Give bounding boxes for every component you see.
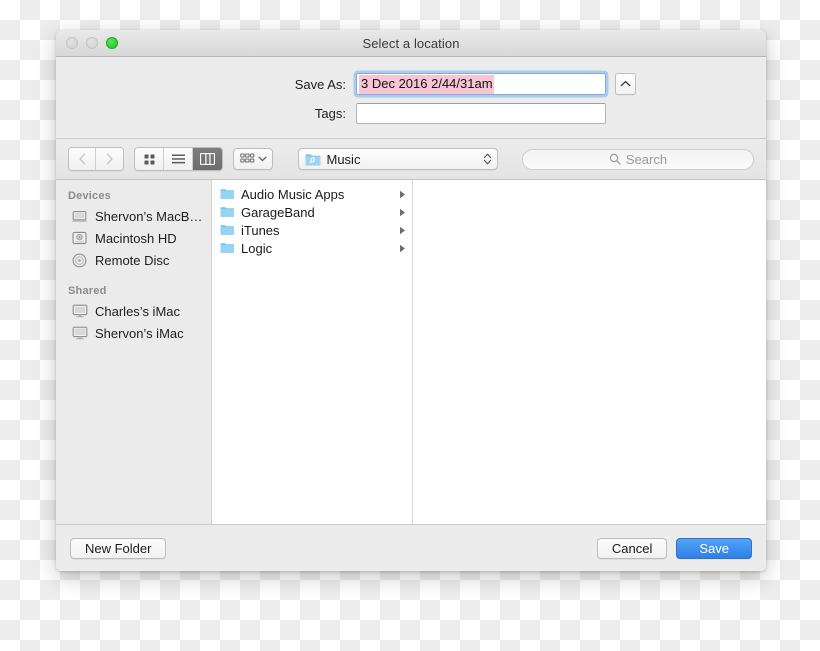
imac-icon — [71, 326, 88, 341]
tags-row: Tags: — [56, 103, 766, 124]
sidebar-item-label: Shervon’s MacB… — [95, 209, 202, 224]
cancel-button[interactable]: Cancel — [597, 538, 667, 559]
file-list-column: Audio Music Apps GarageBand — [212, 180, 413, 524]
location-label: Music — [327, 152, 477, 167]
chevron-down-icon — [258, 156, 267, 162]
list-view-button[interactable] — [164, 148, 193, 170]
sidebar-item-label: Remote Disc — [95, 253, 169, 268]
disclosure-triangle-icon[interactable] — [399, 190, 406, 199]
sidebar: Devices Shervon’s MacB… — [56, 180, 212, 524]
location-popup-button[interactable]: Music — [298, 148, 498, 170]
sidebar-group-shared: Shared Charles’s iMac — [56, 285, 211, 344]
sidebar-header-shared: Shared — [56, 285, 211, 300]
save-as-input[interactable]: 3 Dec 2016 2/44/31am — [356, 73, 606, 95]
search-placeholder: Search — [626, 152, 667, 167]
list-item[interactable]: Logic — [212, 239, 412, 257]
sidebar-item-macbook[interactable]: Shervon’s MacB… — [56, 205, 211, 227]
window-titlebar: Select a location — [56, 30, 766, 57]
arrange-grid-icon — [240, 153, 255, 165]
chevron-right-icon — [105, 153, 114, 165]
sidebar-item-label: Macintosh HD — [95, 231, 177, 246]
list-item[interactable]: iTunes — [212, 221, 412, 239]
folder-icon — [220, 224, 235, 236]
imac-icon — [71, 304, 88, 319]
grid-icon — [143, 153, 156, 166]
save-dialog-window: Select a location Save As: 3 Dec 2016 2/… — [56, 30, 766, 571]
icon-view-button[interactable] — [135, 148, 164, 170]
sidebar-item-macintosh-hd[interactable]: Macintosh HD — [56, 227, 211, 249]
search-icon — [609, 153, 621, 165]
back-button[interactable] — [69, 148, 96, 170]
close-button[interactable] — [66, 37, 78, 49]
disclosure-triangle-icon[interactable] — [399, 208, 406, 217]
list-item[interactable]: GarageBand — [212, 203, 412, 221]
columns-icon — [200, 153, 215, 165]
list-icon — [171, 153, 186, 165]
harddisk-icon — [71, 231, 88, 246]
tags-input[interactable] — [356, 103, 606, 124]
list-item-label: iTunes — [241, 223, 393, 238]
new-folder-button[interactable]: New Folder — [70, 538, 166, 559]
chevron-up-icon — [620, 80, 631, 88]
forward-button[interactable] — [96, 148, 123, 170]
search-input[interactable]: Search — [522, 149, 754, 170]
list-item-label: Logic — [241, 241, 393, 256]
save-form-area: Save As: 3 Dec 2016 2/44/31am Tags: — [56, 57, 766, 139]
music-folder-icon — [305, 153, 321, 166]
list-item[interactable]: Audio Music Apps — [212, 185, 412, 203]
column-view-button[interactable] — [193, 148, 222, 170]
optical-disc-icon — [71, 253, 88, 268]
traffic-light-buttons — [66, 30, 118, 56]
list-item-label: Audio Music Apps — [241, 187, 393, 202]
expand-dialog-button[interactable] — [615, 73, 636, 95]
folder-icon — [220, 188, 235, 200]
zoom-button[interactable] — [106, 37, 118, 49]
file-browser: Devices Shervon’s MacB… — [56, 180, 766, 524]
save-as-label: Save As: — [186, 77, 356, 92]
list-item-label: GarageBand — [241, 205, 393, 220]
sidebar-item-label: Shervon’s iMac — [95, 326, 184, 341]
folder-icon — [220, 206, 235, 218]
arrange-by-button[interactable] — [233, 148, 273, 170]
disclosure-triangle-icon[interactable] — [399, 244, 406, 253]
chevron-left-icon — [78, 153, 87, 165]
sidebar-item-remote-disc[interactable]: Remote Disc — [56, 249, 211, 271]
window-title: Select a location — [56, 36, 766, 51]
finder-toolbar: Music Search — [56, 139, 766, 180]
folder-icon — [220, 242, 235, 254]
laptop-icon — [71, 209, 88, 224]
up-down-chevrons-icon — [483, 152, 492, 166]
save-button[interactable]: Save — [676, 538, 752, 559]
navigation-buttons — [68, 147, 124, 171]
sidebar-item-charles-imac[interactable]: Charles’s iMac — [56, 300, 211, 322]
view-mode-buttons — [134, 147, 223, 171]
dialog-bottom-bar: New Folder Cancel Save — [56, 524, 766, 571]
tags-label: Tags: — [186, 106, 356, 121]
sidebar-item-label: Charles’s iMac — [95, 304, 180, 319]
sidebar-item-shervon-imac[interactable]: Shervon’s iMac — [56, 322, 211, 344]
save-as-value: 3 Dec 2016 2/44/31am — [359, 75, 494, 94]
disclosure-triangle-icon[interactable] — [399, 226, 406, 235]
sidebar-header-devices: Devices — [56, 190, 211, 205]
minimize-button[interactable] — [86, 37, 98, 49]
save-as-row: Save As: 3 Dec 2016 2/44/31am — [56, 73, 766, 95]
dialog-action-buttons: Cancel Save — [597, 538, 752, 559]
sidebar-group-devices: Devices Shervon’s MacB… — [56, 190, 211, 271]
preview-column — [413, 180, 766, 524]
